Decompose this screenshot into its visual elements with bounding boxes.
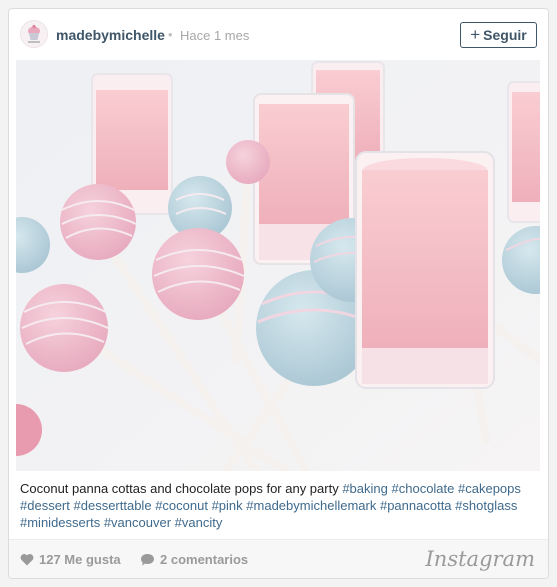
hashtag-link[interactable]: #coconut [155,498,208,513]
dessert-photo-illustration [16,60,540,471]
hashtag-link[interactable]: #pink [212,498,243,513]
hashtag-link[interactable]: #dessert [20,498,70,513]
profile-avatar[interactable] [20,20,48,48]
cupcake-logo-icon [21,21,47,47]
hashtag-link[interactable]: #minidesserts [20,515,100,530]
comments-count: 2 comentarios [160,552,249,567]
follow-button[interactable]: + Seguir [460,22,537,48]
caption-text: Coconut panna cottas and chocolate pops … [20,481,343,496]
heart-icon [20,554,34,566]
post-photo[interactable] [16,60,540,471]
hashtag-link[interactable]: #madebymichellemark [246,498,376,513]
hashtag-link[interactable]: #vancouver [104,515,171,530]
likes-link[interactable]: 127 Me gusta [20,552,121,567]
separator-dot: • [168,27,173,42]
hashtag-link[interactable]: #desserttable [74,498,152,513]
likes-count: 127 Me gusta [39,552,121,567]
post-header: madebymichelle • Hace 1 mes + Seguir [9,9,548,60]
hashtag-link[interactable]: #shotglass [455,498,517,513]
hashtag-link[interactable]: #baking [342,481,388,496]
plus-icon: + [470,25,481,44]
instagram-embed-card: madebymichelle • Hace 1 mes + Seguir Coc… [8,8,549,579]
hashtag-link[interactable]: #pannacotta [380,498,452,513]
hashtag-link[interactable]: #vancity [175,515,223,530]
hashtag-link[interactable]: #cakepops [458,481,521,496]
post-time[interactable]: Hace 1 mes [180,28,249,43]
comment-bubble-icon [141,553,154,565]
comments-link[interactable]: 2 comentarios [140,552,248,567]
post-caption: Coconut panna cottas and chocolate pops … [20,480,535,531]
username-link[interactable]: madebymichelle [56,27,165,43]
follow-button-label: Seguir [483,27,527,43]
post-footer: 127 Me gusta 2 comentarios Instagram [9,539,548,578]
instagram-logo[interactable]: Instagram [426,547,535,571]
hashtag-link[interactable]: #chocolate [392,481,455,496]
